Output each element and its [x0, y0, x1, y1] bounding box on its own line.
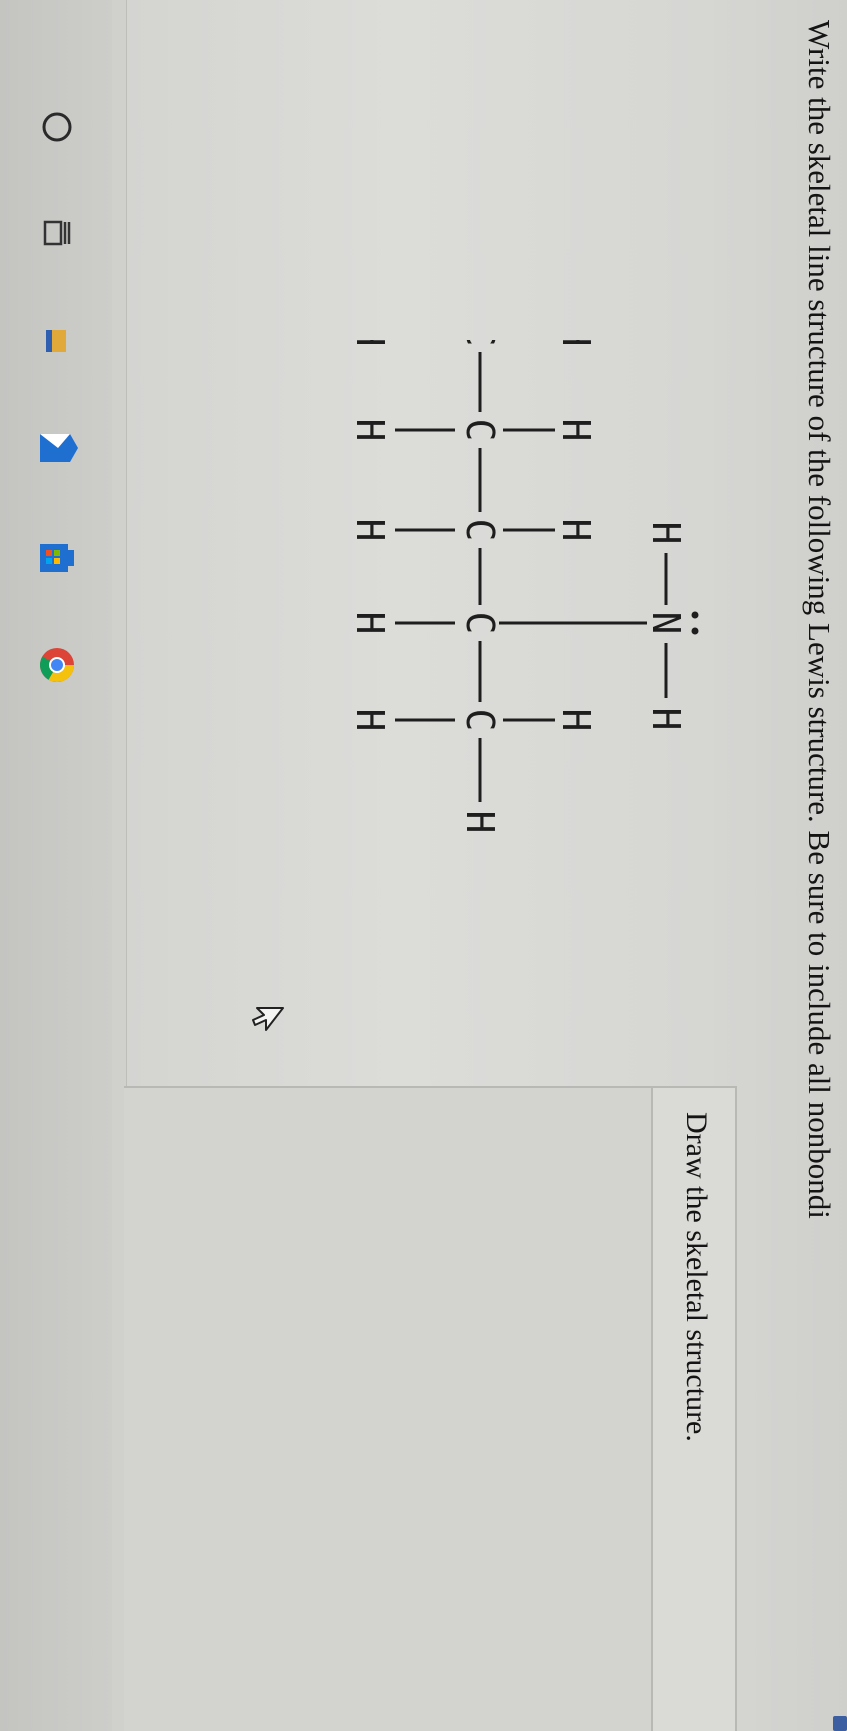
chrome-button[interactable] — [30, 638, 84, 692]
task-view-icon — [43, 220, 71, 246]
start-button[interactable] — [30, 100, 84, 154]
h-top-c5: H — [554, 709, 598, 732]
drawing-canvas[interactable] — [124, 1088, 651, 1731]
h-bottom-c2: H — [348, 419, 392, 442]
drawing-prompt-label: Draw the skeletal structure. — [680, 1112, 713, 1442]
h-bottom-c1: H — [348, 340, 392, 346]
carbon-5: C — [458, 709, 502, 732]
lone-pair-dot — [691, 627, 699, 635]
nitrogen-atom: N — [644, 612, 688, 635]
task-view-button[interactable] — [30, 206, 84, 260]
question-instruction: Write the skeletal line structure of the… — [802, 20, 837, 1219]
h-top-c3: H — [554, 519, 598, 542]
h-bottom-c5: H — [348, 709, 392, 732]
h-bottom-c3: H — [348, 519, 392, 542]
drawing-panel: Draw the skeletal structure. — [124, 1086, 737, 1731]
mail-button[interactable] — [30, 422, 84, 476]
screen: Write the skeletal line structure of the… — [0, 0, 847, 1731]
carbon-3: C — [458, 519, 502, 542]
h-bottom-c4: H — [348, 612, 392, 635]
store-icon — [40, 544, 74, 572]
store-button[interactable] — [30, 530, 84, 584]
h-end-right: H — [458, 811, 502, 834]
circle-icon — [42, 112, 72, 142]
folder-icon — [46, 330, 66, 352]
assignment-content: Write the skeletal line structure of the… — [124, 0, 847, 1731]
carbon-1: C — [458, 340, 502, 346]
amine-h-right: H — [644, 708, 688, 731]
carbon-4: C — [458, 612, 502, 635]
file-explorer-button[interactable] — [30, 314, 84, 368]
amine-h-left: H — [644, 522, 688, 545]
corner-indicator — [833, 1716, 847, 1731]
taskbar — [0, 0, 113, 1731]
mail-icon — [40, 434, 78, 462]
mouse-pointer-icon — [252, 1007, 284, 1031]
drawing-panel-header: Draw the skeletal structure. — [651, 1088, 735, 1731]
h-top-c1: H — [554, 340, 598, 346]
chrome-icon — [40, 648, 74, 682]
lone-pair-dot — [691, 611, 699, 619]
carbon-2: C — [458, 419, 502, 442]
h-top-c2: H — [554, 419, 598, 442]
lewis-structure-diagram: H N H H H H H C C C C C H — [348, 340, 699, 834]
